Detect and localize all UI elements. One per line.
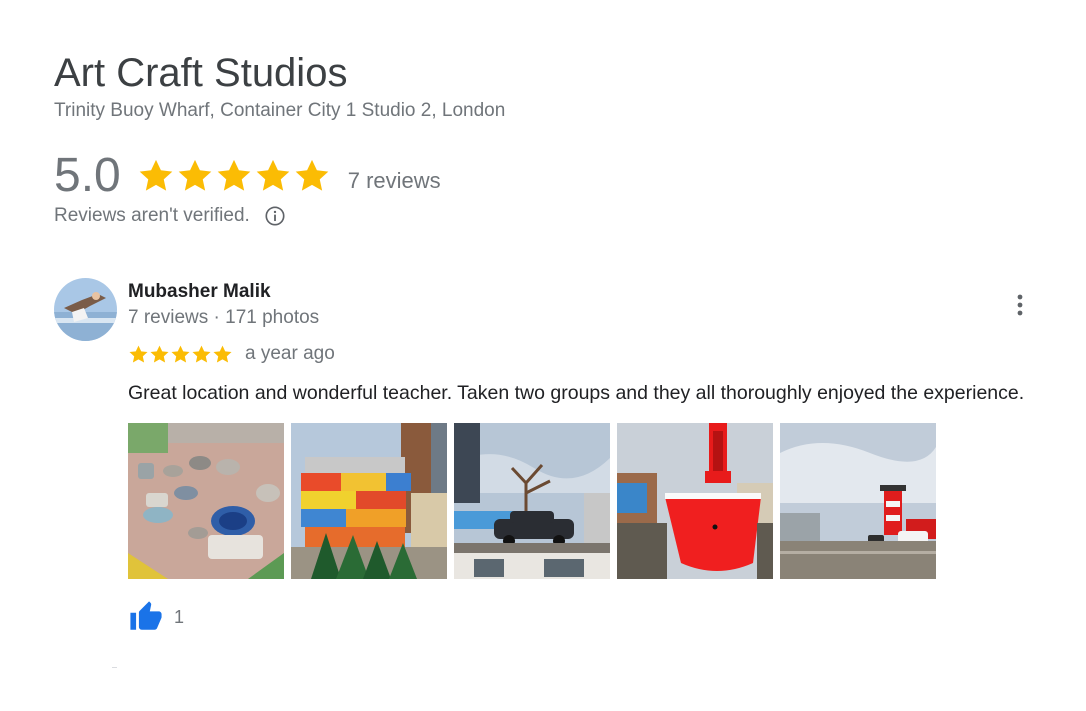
like-count: 1 <box>174 606 185 627</box>
like-button[interactable] <box>128 600 164 634</box>
star-icon <box>256 159 290 191</box>
divider-mark <box>112 667 117 668</box>
review-stars <box>128 344 233 365</box>
star-icon <box>192 345 211 363</box>
reviewer-avatar[interactable] <box>54 278 117 341</box>
info-icon[interactable] <box>264 205 286 227</box>
rating-value: 5.0 <box>54 149 121 202</box>
review-photos <box>128 423 943 579</box>
reviews-count-link[interactable]: 7 reviews <box>348 168 441 194</box>
reviewer-stats: 7 reviews · 171 photos <box>128 307 320 328</box>
more-options-button[interactable] <box>1008 290 1032 320</box>
star-icon <box>129 345 148 363</box>
review-photo[interactable] <box>291 423 447 579</box>
reviewer-name[interactable]: Mubasher Malik <box>128 280 271 304</box>
review-text: Great location and wonderful teacher. Ta… <box>128 382 1025 404</box>
business-address: Trinity Buoy Wharf, Container City 1 Stu… <box>54 100 506 121</box>
star-icon <box>213 345 232 363</box>
like-row: 1 <box>128 600 184 634</box>
verification-note: Reviews aren't verified. <box>54 204 286 228</box>
review-meta: a year ago <box>128 341 335 367</box>
verified-note-text: Reviews aren't verified. <box>54 205 250 226</box>
star-icon <box>171 345 190 363</box>
review-photo[interactable] <box>617 423 773 579</box>
review-time: a year ago <box>245 343 335 364</box>
rating-summary: 5.0 7 reviews <box>54 148 441 204</box>
thumbs-up-icon <box>130 601 162 630</box>
star-icon <box>139 159 173 191</box>
star-icon <box>178 159 212 191</box>
business-name: Art Craft Studios <box>54 51 348 95</box>
review-photo[interactable] <box>454 423 610 579</box>
review-photo[interactable] <box>780 423 936 579</box>
star-icon <box>217 159 251 191</box>
star-icon <box>150 345 169 363</box>
star-icon <box>295 159 329 191</box>
more-vert-icon <box>1017 294 1023 316</box>
review-photo[interactable] <box>128 423 284 579</box>
business-reviews-panel: Art Craft Studios Trinity Buoy Wharf, Co… <box>0 0 1086 711</box>
rating-stars <box>137 157 332 195</box>
